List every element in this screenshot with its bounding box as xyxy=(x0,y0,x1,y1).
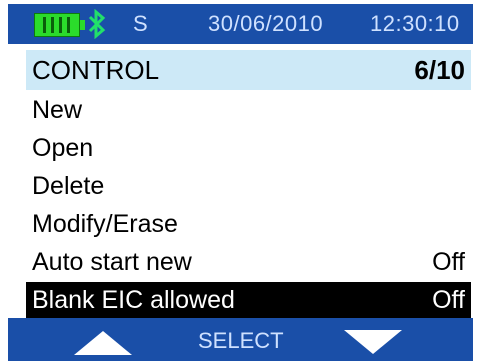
bluetooth-icon xyxy=(88,9,106,39)
softkey-bar: SELECT xyxy=(8,318,473,361)
down-arrow-icon[interactable] xyxy=(344,330,402,354)
menu-item-label: Delete xyxy=(32,172,105,200)
menu-item-label: Modify/Erase xyxy=(32,210,178,238)
menu-item-delete[interactable]: Delete xyxy=(26,168,471,204)
page-title: CONTROL xyxy=(32,55,160,85)
menu-item-modify-erase[interactable]: Modify/Erase xyxy=(26,206,471,242)
status-bar: S 30/06/2010 12:30:10 xyxy=(8,4,473,44)
menu-item-value: Off xyxy=(432,286,465,314)
menu-item-label: Auto start new xyxy=(32,248,192,276)
status-date: 30/06/2010 xyxy=(208,11,324,36)
status-s-label: S xyxy=(133,11,148,36)
menu-item-label: New xyxy=(32,96,83,124)
menu-item-open[interactable]: Open xyxy=(26,130,471,166)
menu-item-blank-eic-allowed[interactable]: Blank EIC allowed Off xyxy=(26,282,471,318)
menu-item-auto-start-new[interactable]: Auto start new Off xyxy=(26,244,471,280)
page-counter: 6/10 xyxy=(414,55,465,85)
menu-item-label: Open xyxy=(32,134,94,162)
status-time: 12:30:10 xyxy=(370,11,460,36)
battery-full-icon xyxy=(34,13,85,37)
up-arrow-icon[interactable] xyxy=(74,331,132,355)
menu-title-bar: CONTROL 6/10 xyxy=(26,50,471,90)
select-softkey[interactable]: SELECT xyxy=(198,328,284,354)
device-screen: S 30/06/2010 12:30:10 CONTROL 6/10 New O… xyxy=(0,0,477,361)
menu-item-label: Blank EIC allowed xyxy=(32,286,235,314)
menu-item-new[interactable]: New xyxy=(26,92,471,128)
menu-item-value: Off xyxy=(432,248,465,276)
